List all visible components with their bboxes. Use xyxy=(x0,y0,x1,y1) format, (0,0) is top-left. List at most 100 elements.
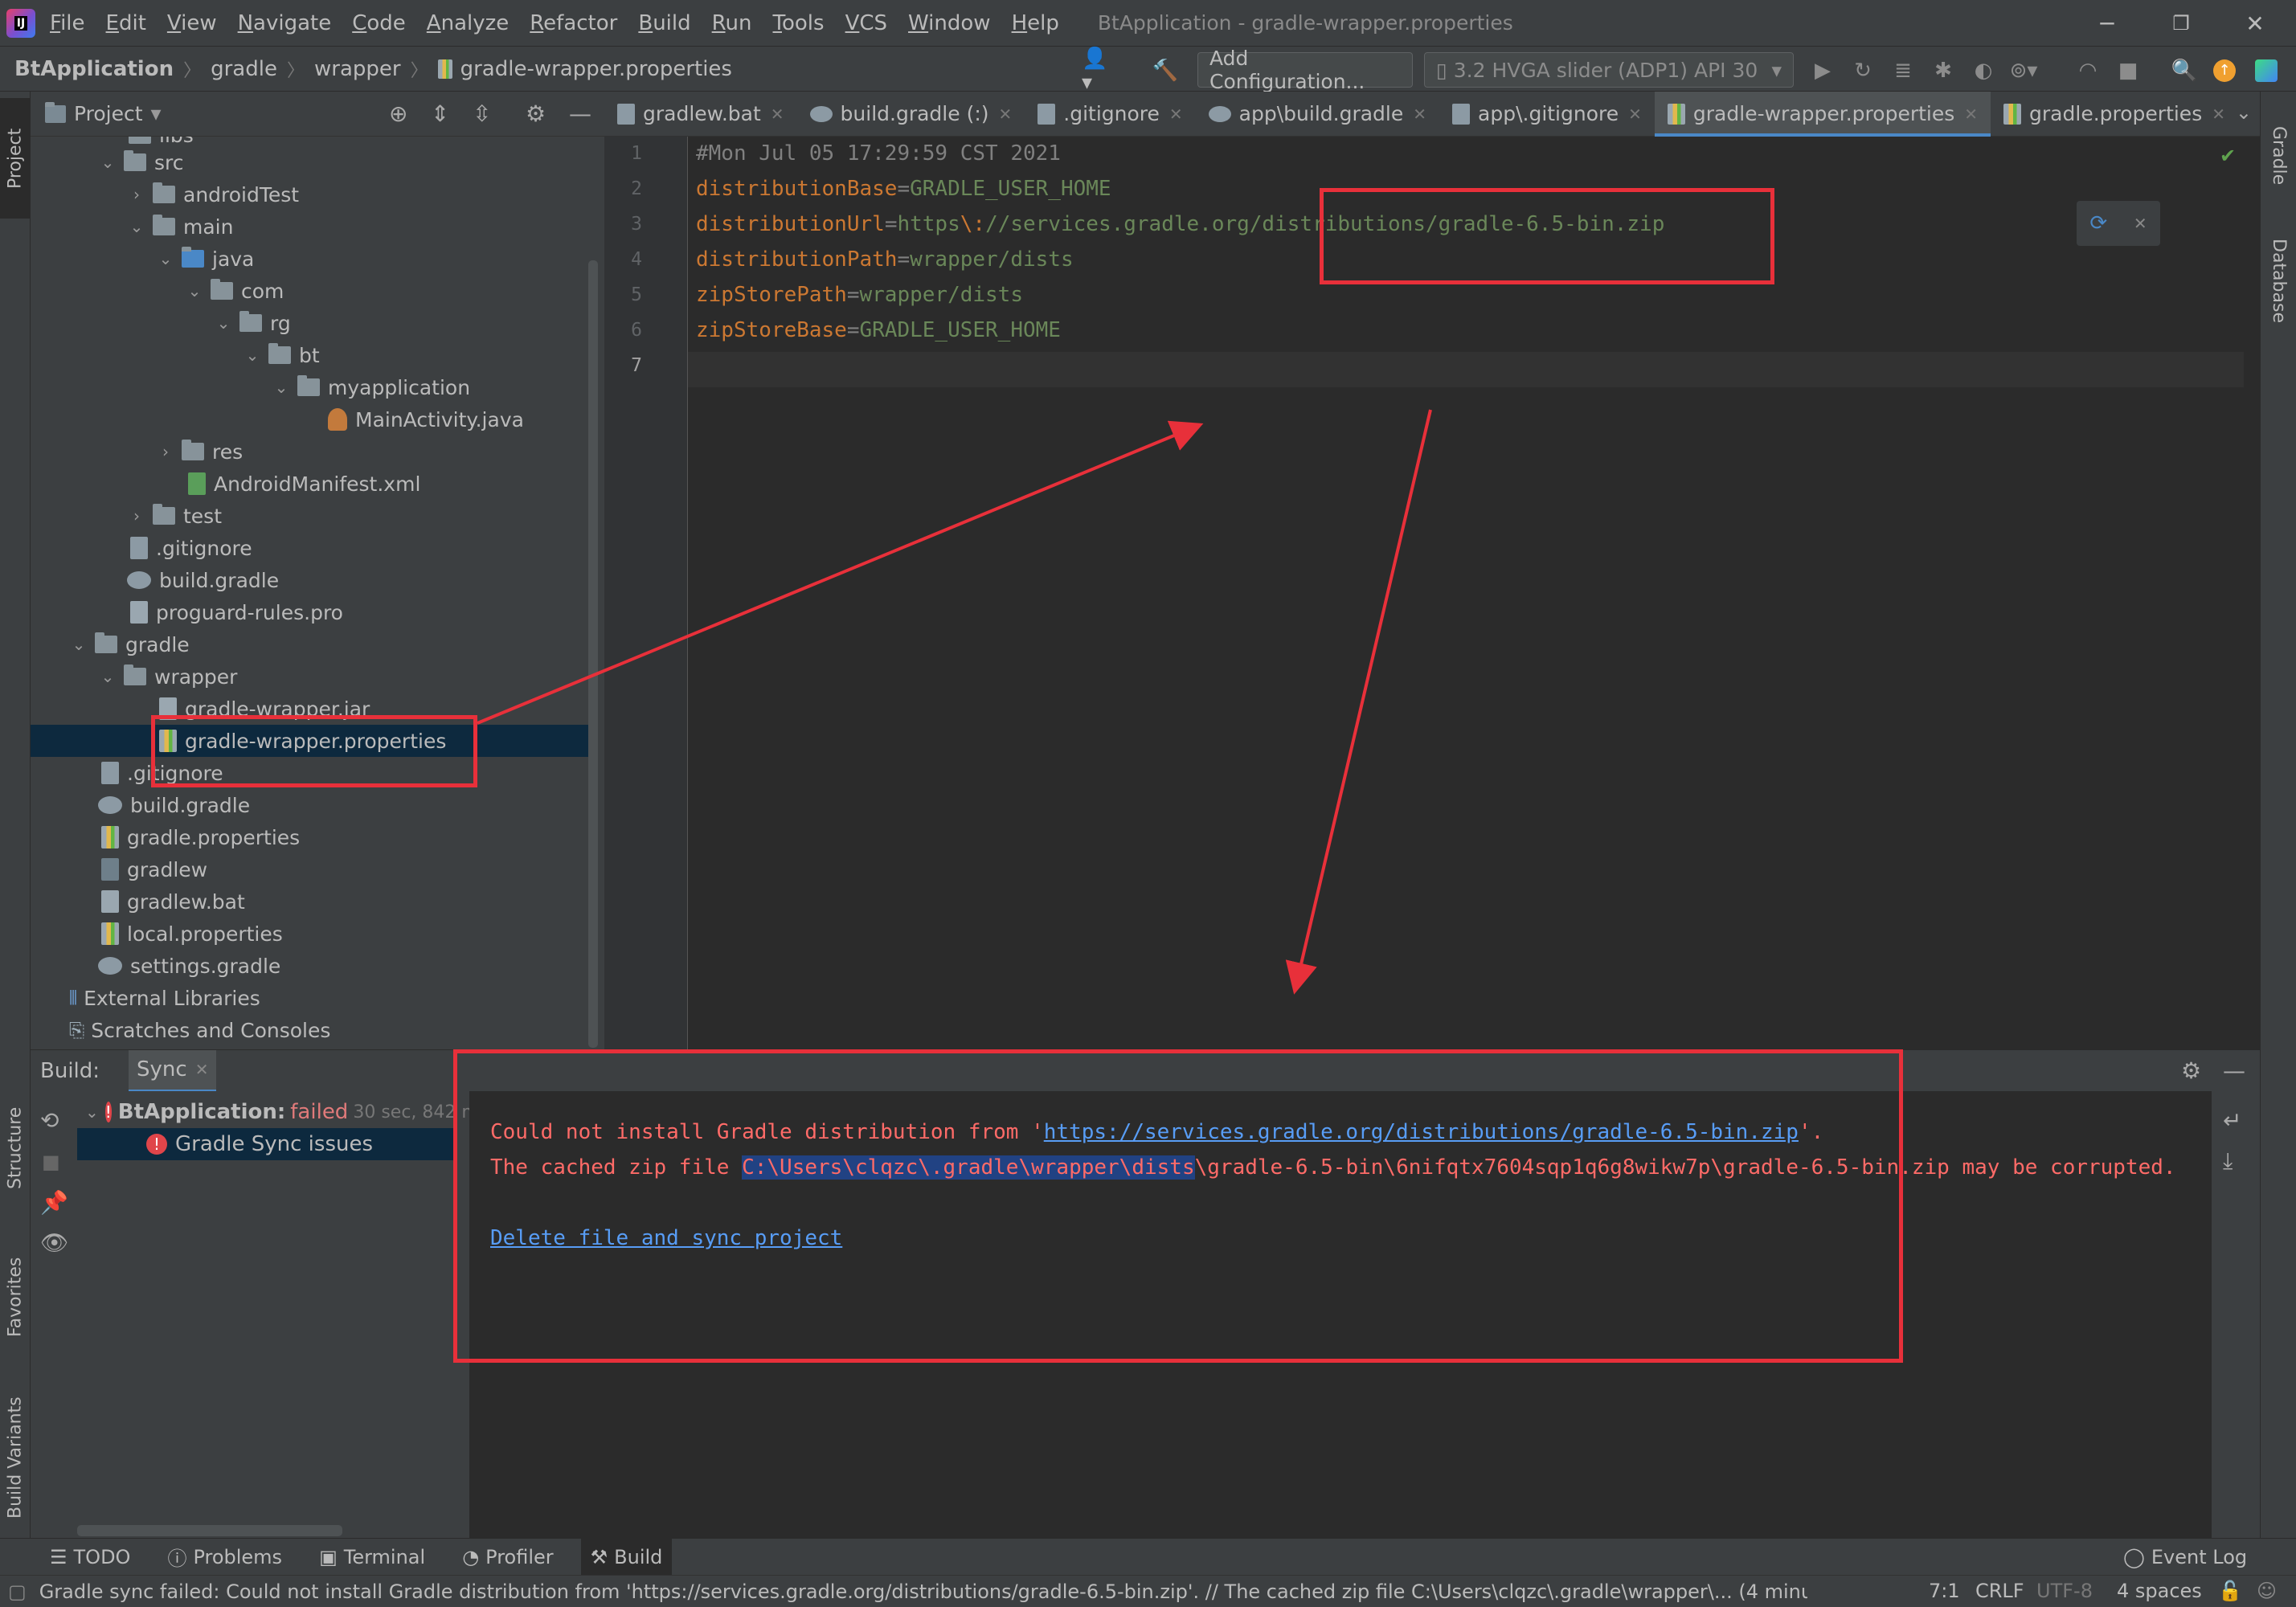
tree-item-scratches[interactable]: ⎘ Scratches and Consoles xyxy=(31,1014,593,1046)
restore-button[interactable]: ❐ xyxy=(2144,0,2218,47)
inspection-ok-icon[interactable]: ✔ xyxy=(2220,145,2236,167)
menu-file[interactable]: File xyxy=(50,11,85,35)
tool-problems[interactable]: ⓘ Problems xyxy=(158,1539,292,1576)
apply-changes-icon[interactable]: ↻ xyxy=(1848,56,1877,85)
favorites-tool-tab[interactable]: Favorites xyxy=(0,1233,31,1361)
tab-gradle-wrapper-properties[interactable]: gradle-wrapper.properties ✕ xyxy=(1654,91,1991,137)
tree-item-com[interactable]: ⌄ com xyxy=(31,275,593,307)
tool-todo[interactable]: ☰ TODO xyxy=(40,1539,140,1576)
stop-icon[interactable]: ■ xyxy=(42,1151,60,1173)
tree-item-java[interactable]: ⌄ java xyxy=(31,243,593,275)
tree-item-gradle-properties[interactable]: gradle.properties xyxy=(31,821,593,853)
minimize-button[interactable]: ─ xyxy=(2070,0,2144,47)
tree-item-rg[interactable]: ⌄ rg xyxy=(31,307,593,339)
gradle-sync-icon[interactable]: ⟳ xyxy=(2089,211,2107,235)
tree-item-app-gitignore[interactable]: .gitignore xyxy=(31,532,593,564)
status-message[interactable]: Gradle sync failed: Could not install Gr… xyxy=(39,1580,1807,1603)
project-tool-tab[interactable]: Project xyxy=(0,98,31,219)
tool-event-log[interactable]: ◯ Event Log xyxy=(2114,1539,2257,1576)
rerun-icon[interactable]: ⟲ xyxy=(40,1107,59,1134)
android-studio-icon[interactable] xyxy=(2250,56,2282,85)
tree-item-bt[interactable]: ⌄ bt xyxy=(31,339,593,371)
tree-item-androidmanifest[interactable]: AndroidManifest.xml xyxy=(31,468,593,500)
hide-panel-icon[interactable]: — xyxy=(569,100,591,127)
gear-icon[interactable]: ⚙ xyxy=(2181,1057,2201,1084)
tab-gitignore[interactable]: .gitignore ✕ xyxy=(1025,92,1195,137)
tree-item-test[interactable]: › test xyxy=(31,500,593,532)
build-hammer-icon[interactable]: 🔨 xyxy=(1151,56,1180,85)
menu-refactor[interactable]: Refactor xyxy=(530,11,617,35)
database-tool-tab[interactable]: Database xyxy=(2261,220,2296,341)
tree-item-myapplication[interactable]: ⌄ myapplication xyxy=(31,371,593,403)
tree-item-gradle[interactable]: ⌄ gradle xyxy=(31,628,593,660)
menu-build[interactable]: Build xyxy=(638,11,690,35)
chevron-down-icon[interactable]: ▾ xyxy=(151,102,162,126)
lock-icon[interactable]: 🔓 xyxy=(2218,1575,2242,1607)
tree-item-androidtest[interactable]: › androidTest xyxy=(31,178,593,211)
soft-wrap-icon[interactable]: ↵ xyxy=(2223,1107,2241,1134)
tree-item-mainactivity[interactable]: MainActivity.java xyxy=(31,403,593,435)
tab-app-build-gradle[interactable]: app\build.gradle ✕ xyxy=(1196,92,1439,137)
tool-build[interactable]: ⚒ Build xyxy=(580,1538,673,1576)
tree-item-settings-gradle[interactable]: settings.gradle xyxy=(31,950,593,982)
stop-icon[interactable]: ■ xyxy=(2114,56,2143,85)
build-variants-tool-tab[interactable]: Build Variants xyxy=(0,1377,31,1538)
build-tree-sync-issues[interactable]: ! Gradle Sync issues xyxy=(77,1128,453,1160)
tree-item-res[interactable]: › res xyxy=(31,435,593,468)
tree-item-external-libraries[interactable]: ⫴ External Libraries xyxy=(31,982,593,1014)
tree-item-local-properties[interactable]: local.properties xyxy=(31,918,593,950)
breadcrumb-file[interactable]: gradle-wrapper.properties xyxy=(460,57,732,81)
menu-help[interactable]: Help xyxy=(1012,11,1059,35)
inspector-icon[interactable]: ☺ xyxy=(2257,1575,2277,1607)
close-button[interactable]: ✕ xyxy=(2218,0,2292,47)
profile-icon[interactable]: ◐ xyxy=(1969,56,1998,85)
structure-tool-tab[interactable]: Structure xyxy=(0,1088,31,1208)
user-icon[interactable]: 👤▾ xyxy=(1082,47,1111,95)
menu-run[interactable]: Run xyxy=(712,11,752,35)
eye-icon[interactable]: 👁 xyxy=(40,1229,69,1256)
breadcrumb-project[interactable]: BtApplication xyxy=(14,57,174,81)
status-line-separator[interactable]: CRLF xyxy=(1975,1575,2024,1607)
locate-file-icon[interactable]: ⊕ xyxy=(389,100,407,127)
status-indent[interactable]: 4 spaces xyxy=(2117,1575,2202,1607)
pin-icon[interactable]: 📌 xyxy=(40,1189,68,1216)
tab-list-chevron-icon[interactable]: ⌄ xyxy=(2236,101,2252,124)
menu-analyze[interactable]: Analyze xyxy=(427,11,509,35)
menu-view[interactable]: View xyxy=(167,11,217,35)
tab-sync[interactable]: Sync ✕ xyxy=(129,1049,217,1092)
tab-gradle-properties[interactable]: gradle.properties ✕ xyxy=(1991,92,2238,137)
attach-debugger-icon[interactable]: ⊚▾ xyxy=(2009,56,2038,85)
add-configuration-button[interactable]: Add Configuration... xyxy=(1197,47,1413,93)
gear-icon[interactable]: ⚙ xyxy=(526,100,546,127)
tree-item-gradlew-bat[interactable]: gradlew.bat xyxy=(31,885,593,918)
tab-app-gitignore[interactable]: app\.gitignore ✕ xyxy=(1439,92,1655,137)
toggle-tool-windows-icon[interactable]: ▢ xyxy=(8,1580,27,1603)
search-icon[interactable]: 🔍 xyxy=(2170,56,2199,85)
project-scrollbar[interactable] xyxy=(588,260,598,1048)
tool-profiler[interactable]: ◔ Profiler xyxy=(452,1539,563,1576)
status-position[interactable]: 7:1 xyxy=(1929,1575,1960,1607)
tab-build-gradle[interactable]: build.gradle (:) ✕ xyxy=(797,92,1025,137)
status-encoding[interactable]: UTF-8 xyxy=(2036,1575,2093,1607)
expand-all-icon[interactable]: ⇕ xyxy=(431,100,449,127)
hide-panel-icon[interactable]: — xyxy=(2223,1057,2245,1084)
build-tree-scrollbar[interactable] xyxy=(77,1525,342,1536)
breadcrumb-wrapper[interactable]: wrapper xyxy=(314,57,401,81)
collapse-all-icon[interactable]: ⇳ xyxy=(473,100,491,127)
menu-navigate[interactable]: Navigate xyxy=(238,11,332,35)
coverage-icon[interactable]: ◠ xyxy=(2073,56,2102,85)
tree-item-src[interactable]: ⌄ src xyxy=(31,146,593,178)
build-tree-root[interactable]: ⌄ ! BtApplication: failed 30 sec, 842 ms xyxy=(77,1096,469,1128)
tree-item-main[interactable]: ⌄ main xyxy=(31,211,593,243)
tree-item-root-build-gradle[interactable]: build.gradle xyxy=(31,789,593,821)
menu-code[interactable]: Code xyxy=(352,11,406,35)
tree-item-proguard[interactable]: proguard-rules.pro xyxy=(31,596,593,628)
tab-gradlew-bat[interactable]: gradlew.bat ✕ xyxy=(604,92,797,137)
breadcrumb-gradle[interactable]: gradle xyxy=(211,57,277,81)
run-icon[interactable]: ▶ xyxy=(1808,56,1837,85)
update-icon[interactable]: ↑ xyxy=(2210,56,2239,85)
scroll-to-end-icon[interactable]: ⤓ xyxy=(2223,1147,2233,1175)
menu-tools[interactable]: Tools xyxy=(773,11,825,35)
gradle-tool-tab[interactable]: Gradle xyxy=(2261,108,2296,204)
menu-edit[interactable]: Edit xyxy=(106,11,146,35)
